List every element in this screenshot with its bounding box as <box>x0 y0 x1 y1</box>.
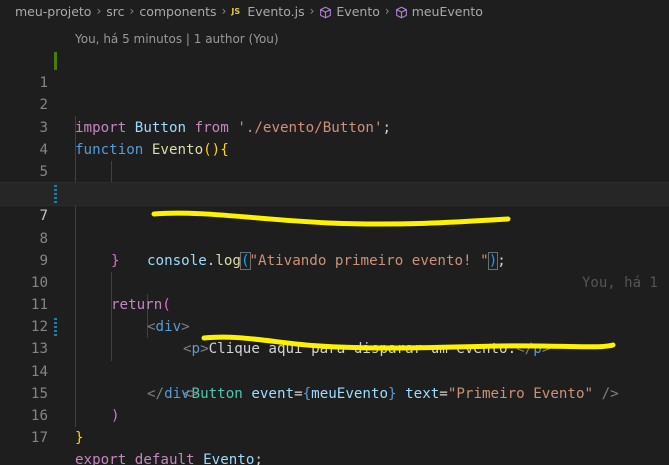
code-line[interactable]: 5 function meuEvento(){ <box>0 139 669 202</box>
breadcrumb-symbol-label: Evento <box>336 3 380 19</box>
symbol-cube-icon <box>395 6 407 18</box>
breadcrumb-item-file[interactable]: JS Evento.js <box>231 4 304 19</box>
chevron-right-icon: › <box>384 4 390 18</box>
breadcrumb-item-symbol-meuevento[interactable]: meuEvento <box>395 4 483 19</box>
line-number: 17 <box>30 430 48 447</box>
git-modified-marker <box>54 185 57 204</box>
code-line[interactable]: 16 } <box>0 383 669 446</box>
code-content: } <box>75 430 84 447</box>
chevron-right-icon: › <box>309 4 315 18</box>
breadcrumb-item-project[interactable]: meu-projeto <box>15 4 91 19</box>
code-editor[interactable]: 1 import Button from './evento/Button'; … <box>0 50 669 465</box>
code-line[interactable]: 4 <box>0 117 669 158</box>
git-blame-codelens[interactable]: You, há 5 minutos | 1 author (You) <box>75 32 279 46</box>
code-line-current[interactable]: 7 console.log("Ativando primeiro evento!… <box>0 182 669 291</box>
javascript-file-icon: JS <box>231 7 241 16</box>
chevron-right-icon: › <box>221 4 227 18</box>
code-line[interactable]: 8 } <box>0 205 669 269</box>
code-line[interactable]: 14 </div> <box>0 338 669 402</box>
code-line[interactable]: 6 <box>0 161 669 202</box>
code-line[interactable]: 1 import Button from './evento/Button'; <box>0 50 669 136</box>
code-line[interactable]: 2 <box>0 72 669 113</box>
code-line[interactable]: 9 <box>0 228 669 269</box>
code-line[interactable]: 17 export default Evento; <box>0 405 669 465</box>
code-line[interactable]: 10 return( <box>0 250 669 313</box>
breadcrumb-file-label: Evento.js <box>247 3 305 19</box>
git-modified-marker <box>54 318 57 337</box>
breadcrumb-symbol-label: meuEvento <box>411 3 483 19</box>
chevron-right-icon: › <box>129 4 135 18</box>
breadcrumb-item-components[interactable]: components <box>139 4 216 19</box>
breadcrumb-item-src[interactable]: src <box>106 4 124 19</box>
symbol-cube-icon <box>320 6 332 18</box>
breadcrumb-item-symbol-evento[interactable]: Evento <box>319 3 380 19</box>
code-line[interactable]: 15 ) <box>0 361 669 424</box>
chevron-right-icon: › <box>96 4 102 18</box>
code-line[interactable]: 3 function Evento(){ <box>0 94 669 158</box>
code-line[interactable]: 11 <div> <box>0 272 669 335</box>
code-line[interactable]: 12 <p>Clique aqui para disparar um event… <box>0 294 669 357</box>
breadcrumb: meu-projeto › src › components › JS Event… <box>0 0 669 22</box>
code-line[interactable]: 13 <Button event={meuEvento} text="Prime… <box>0 316 669 402</box>
code-content: export default Evento; <box>75 452 263 465</box>
git-added-marker <box>54 52 57 70</box>
